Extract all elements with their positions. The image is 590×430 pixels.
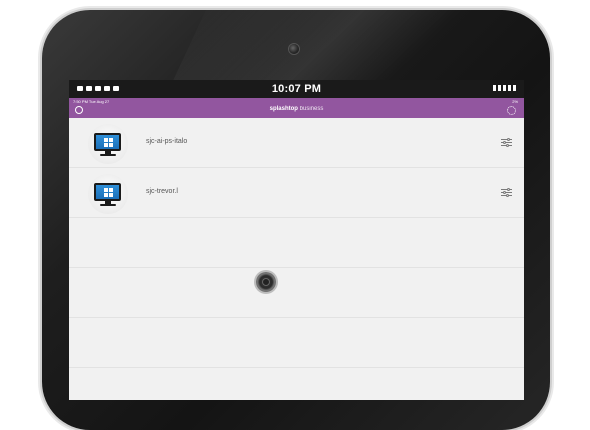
assistive-touch-button[interactable] — [256, 272, 276, 292]
battery-icon — [493, 85, 516, 91]
settings-gear-icon[interactable] — [507, 106, 516, 115]
windows-monitor-icon — [88, 174, 128, 214]
brand-name: splashtop — [269, 106, 298, 112]
computer-list: sjc-ai-ps-italo sjc-trevor.l — [69, 118, 524, 368]
windows-monitor-icon — [88, 124, 128, 164]
device-status-bar: 10:07 PM — [69, 80, 524, 98]
empty-row — [69, 268, 524, 318]
app-logo: splashtop business — [69, 105, 524, 113]
front-camera — [289, 44, 299, 54]
computer-name: sjc-trevor.l — [146, 188, 178, 195]
computer-row[interactable]: sjc-trevor.l — [69, 168, 524, 218]
brand-suffix: business — [299, 106, 324, 112]
tablet-screen: 10:07 PM 7:50 PM Tue Aug 27 2% splashtop… — [69, 80, 524, 400]
empty-row — [69, 318, 524, 368]
empty-row — [69, 218, 524, 268]
computer-row[interactable]: sjc-ai-ps-italo — [69, 118, 524, 168]
app-status-time: 7:50 PM Tue Aug 27 — [73, 99, 110, 104]
carrier-dots-icon — [77, 86, 119, 91]
computer-name: sjc-ai-ps-italo — [146, 138, 188, 145]
settings-sliders-icon[interactable] — [501, 138, 512, 147]
app-status-battery: 2% — [512, 99, 518, 104]
app-header: 7:50 PM Tue Aug 27 2% splashtop business — [69, 98, 524, 118]
device-clock: 10:07 PM — [271, 83, 322, 95]
settings-sliders-icon[interactable] — [501, 188, 512, 197]
